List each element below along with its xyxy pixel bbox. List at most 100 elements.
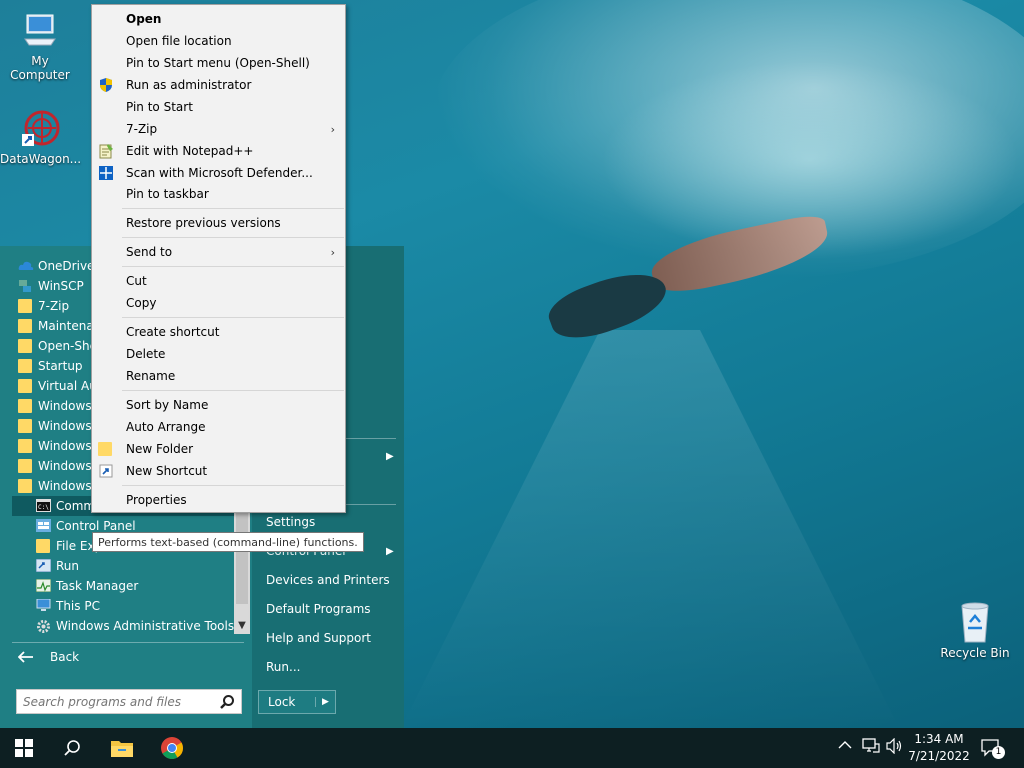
menu-separator	[122, 485, 344, 486]
submenu-arrow-icon: ›	[330, 245, 335, 259]
program-this-pc[interactable]: This PC	[36, 596, 256, 616]
menu-item-copy[interactable]: Copy	[92, 292, 345, 314]
wallpaper-light-rays	[400, 330, 900, 730]
search-programs-box[interactable]	[16, 689, 242, 714]
lock-button[interactable]: Lock ▶	[258, 690, 336, 714]
program-label: Windows	[38, 479, 92, 493]
volume-icon[interactable]	[886, 737, 904, 757]
file-explorer-icon	[36, 539, 50, 553]
menu-item-create-shortcut[interactable]: Create shortcut	[92, 321, 345, 343]
menu-item-auto-arrange[interactable]: Auto Arrange	[92, 416, 345, 438]
menu-item-new-folder[interactable]: New Folder	[92, 438, 345, 460]
folder-icon	[18, 419, 32, 433]
menu-item-run-as-admin[interactable]: Run as administrator	[92, 74, 345, 96]
datawagon-icon	[20, 108, 60, 148]
desktop-icon-label: My Computer	[10, 54, 70, 82]
menu-item-rename[interactable]: Rename	[92, 365, 345, 387]
shortcut-icon	[98, 463, 114, 479]
menu-item-label: 7-Zip	[126, 122, 158, 136]
menu-separator	[122, 266, 344, 267]
menu-item-7zip[interactable]: 7-Zip ›	[92, 118, 345, 140]
divider	[12, 642, 244, 643]
program-label: Task Manager	[56, 579, 139, 593]
menu-item-edit-notepad-plus-plus[interactable]: Edit with Notepad++	[92, 140, 345, 162]
search-icon[interactable]	[219, 694, 235, 710]
defender-icon	[98, 165, 114, 181]
menu-item-send-to[interactable]: Send to ›	[92, 241, 345, 263]
menu-item-label: Pin to Start	[126, 100, 193, 114]
start-button[interactable]	[0, 728, 48, 768]
menu-item-open[interactable]: Open	[92, 8, 345, 30]
desktop-icon-recycle-bin[interactable]: Recycle Bin	[935, 602, 1015, 660]
program-admin-tools[interactable]: Windows Administrative Tools	[36, 616, 256, 636]
program-label: OneDrive	[38, 259, 95, 273]
show-hidden-icons-chevron-icon[interactable]	[838, 740, 852, 753]
chrome-icon	[161, 737, 183, 759]
menu-separator	[122, 237, 344, 238]
uac-shield-icon	[98, 77, 114, 93]
help-and-support-item[interactable]: Help and Support	[266, 631, 371, 645]
menu-item-label: Send to	[126, 245, 173, 259]
winscp-icon	[18, 279, 32, 293]
computer-icon	[20, 10, 60, 50]
network-icon[interactable]	[862, 738, 880, 757]
svg-text:C:\: C:\	[38, 504, 49, 511]
menu-item-label: Pin to taskbar	[126, 187, 209, 201]
menu-item-label: New Shortcut	[126, 464, 208, 478]
desktop-icon-my-computer[interactable]: My Computer	[0, 10, 80, 82]
menu-item-cut[interactable]: Cut	[92, 270, 345, 292]
menu-item-delete[interactable]: Delete	[92, 343, 345, 365]
program-label: Windows Administrative Tools	[56, 619, 235, 633]
back-label: Back	[50, 650, 80, 664]
menu-item-restore-previous-versions[interactable]: Restore previous versions	[92, 212, 345, 234]
taskbar-chrome[interactable]	[148, 728, 196, 768]
menu-item-open-file-location[interactable]: Open file location	[92, 30, 345, 52]
menu-item-label: New Folder	[126, 442, 194, 456]
program-run[interactable]: Run	[35, 556, 256, 576]
menu-item-pin-to-taskbar[interactable]: Pin to taskbar	[92, 183, 345, 205]
taskbar-search-button[interactable]	[48, 728, 96, 768]
lock-options-arrow-icon[interactable]: ▶	[315, 697, 335, 707]
taskbar-file-explorer[interactable]	[98, 728, 146, 768]
menu-item-label: Auto Arrange	[126, 420, 206, 434]
folder-icon	[18, 459, 32, 473]
menu-item-scan-defender[interactable]: Scan with Microsoft Defender...	[92, 162, 345, 184]
program-label: Run	[56, 559, 80, 573]
menu-item-label: Sort by Name	[126, 398, 209, 412]
menu-item-pin-start-open-shell[interactable]: Pin to Start menu (Open-Shell)	[92, 52, 345, 74]
clock[interactable]: 1:34 AM 7/21/2022	[906, 731, 972, 765]
devices-and-printers-item[interactable]: Devices and Printers	[266, 573, 390, 587]
control-panel-icon	[36, 519, 51, 533]
folder-icon	[18, 319, 32, 333]
scroll-down-arrow-icon[interactable]: ▼	[234, 618, 250, 634]
program-label: 7-Zip	[38, 299, 70, 313]
menu-item-new-shortcut[interactable]: New Shortcut	[92, 460, 345, 482]
back-button[interactable]: Back	[18, 650, 79, 664]
programs-scrollbar[interactable]: ▼	[234, 500, 250, 634]
context-menu: Open Open file location Pin to Start men…	[91, 4, 346, 513]
menu-item-label: Restore previous versions	[126, 216, 281, 230]
folder-icon	[18, 439, 32, 453]
program-label: Windows	[38, 399, 92, 413]
notification-center-button[interactable]: 1	[980, 738, 1006, 760]
program-label: Windows	[38, 439, 92, 453]
program-task-manager[interactable]: Task Manager	[35, 576, 256, 596]
folder-icon	[18, 399, 32, 413]
program-label: Control Panel	[56, 519, 136, 533]
menu-item-pin-to-start[interactable]: Pin to Start	[92, 96, 345, 118]
folder-icon	[98, 442, 112, 456]
cloud-icon	[18, 259, 34, 273]
program-label: Open-She	[38, 339, 97, 353]
menu-item-label: Open	[126, 12, 162, 26]
settings-item[interactable]: Settings	[266, 515, 315, 529]
search-input[interactable]	[23, 694, 219, 709]
run-item[interactable]: Run...	[266, 660, 300, 674]
menu-item-properties[interactable]: Properties	[92, 489, 345, 511]
submenu-arrow-icon: ›	[330, 122, 335, 136]
desktop-icon-datawagon[interactable]: DataWagon...	[0, 108, 81, 166]
scrollbar-thumb[interactable]	[236, 504, 248, 604]
notification-count-badge: 1	[992, 746, 1005, 759]
menu-item-sort-by-name[interactable]: Sort by Name	[92, 394, 345, 416]
recycle-bin-icon	[955, 602, 995, 643]
default-programs-item[interactable]: Default Programs	[266, 602, 371, 616]
